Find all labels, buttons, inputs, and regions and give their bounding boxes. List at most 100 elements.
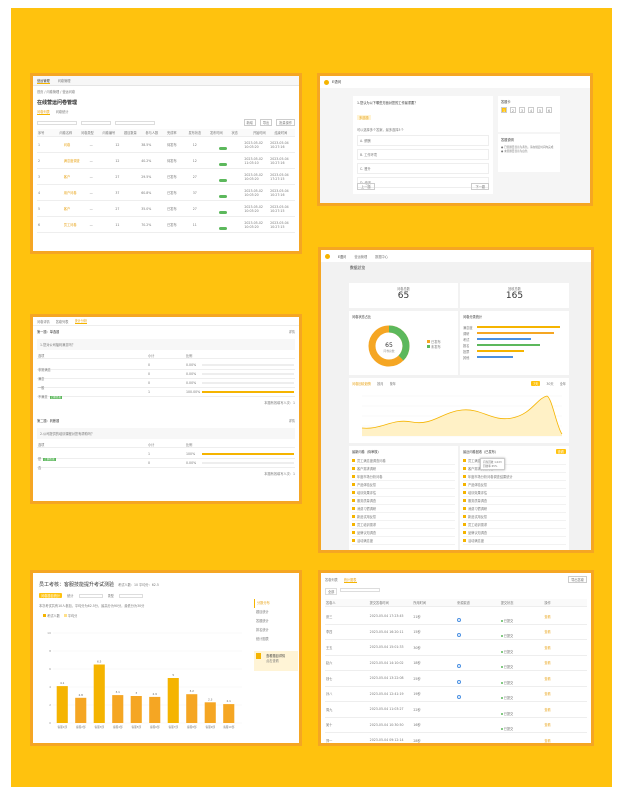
list-item-text[interactable]: 产品体验反馈 [468, 482, 566, 487]
table-row[interactable]: 1 问卷 — 12 38.5% 待发布 12 2023-05-02 10:03:20 2023-… [37, 137, 295, 153]
list-item[interactable]: 客户需求调研问卷 [463, 465, 566, 473]
tab-answer-list[interactable]: 答卷列表 [325, 577, 338, 582]
tab-analysis[interactable]: 统计分析 [74, 318, 88, 324]
add-button[interactable]: 新增 [243, 119, 256, 126]
table-row[interactable]: 3 客户 — 27 29.5% 已发布 27 2023-05-02 10:03:20 2023-… [37, 169, 295, 185]
answer-row[interactable]: 李四 2023-05-04 16:20:11 15秒 已提交 查看 [325, 625, 587, 640]
list-item-text[interactable]: 年度市场分析问卷 [357, 474, 455, 479]
filter-stats-button[interactable]: 问卷题目统计 [39, 593, 63, 598]
answer-row[interactable]: 周九 2023-05-04 11:03:27 22秒 已提交 查看 [325, 702, 587, 718]
row-name[interactable]: 客户 [63, 174, 89, 179]
row-name[interactable]: 用户问卷 [63, 190, 89, 195]
list-item-text[interactable]: 服务质量调查 [357, 498, 455, 503]
range-year[interactable]: 全年 [560, 381, 566, 386]
filter-input[interactable] [37, 120, 77, 125]
list-item-text[interactable]: 品牌认知调查 [468, 530, 566, 535]
list-item[interactable]: 品牌认知调查 [463, 529, 566, 537]
side-menu-item[interactable]: 题目统计 [254, 608, 298, 617]
list-item[interactable]: 培训效果评估 [352, 489, 455, 497]
filter-input-3[interactable] [115, 120, 155, 125]
view-link[interactable]: 查看 [543, 707, 587, 712]
toggle-switch[interactable] [218, 227, 227, 230]
list-item[interactable]: 产品体验反馈 [352, 481, 455, 489]
list-item[interactable]: 年度市场分析问卷调查结果统计 [463, 473, 566, 481]
filter-all[interactable]: 全部 [325, 588, 338, 595]
list-item[interactable]: 消费习惯调研 [463, 505, 566, 513]
row-name[interactable]: 满意度调查 [63, 158, 89, 163]
list-item-text[interactable]: 产品体验反馈 [357, 482, 455, 487]
subtab-stats[interactable]: 问卷统计 [56, 109, 69, 115]
option-item[interactable]: B. 工作环境 [357, 149, 489, 160]
question-number-button[interactable]: 6 [546, 107, 552, 113]
list-item-text[interactable]: 活动满意度 [468, 538, 566, 543]
row-name[interactable]: 问卷 [63, 142, 89, 147]
row-name[interactable]: 员工问卷 [63, 222, 89, 227]
list-item[interactable]: 新品试用反馈 [352, 513, 455, 521]
status-toggle[interactable] [218, 215, 244, 234]
list-item[interactable]: 员工培训需求 [463, 521, 566, 529]
toggle-switch[interactable] [218, 163, 227, 166]
list-item[interactable]: 新品试用反馈 [463, 513, 566, 521]
side-menu-item[interactable]: 分数分布 [254, 599, 298, 608]
prev-button[interactable]: 上一题 [357, 183, 375, 190]
side-card-sub[interactable]: 点击查看 [266, 658, 285, 663]
question-number-button[interactable]: 5 [537, 107, 543, 113]
view-link[interactable]: 查看 [543, 645, 587, 650]
list-item[interactable]: 服务质量调查 [463, 497, 566, 505]
nav-ops[interactable]: 营运管理 [354, 254, 367, 259]
export-button[interactable]: 导出 [259, 119, 273, 126]
view-link[interactable]: 查看 [543, 629, 587, 634]
list-item[interactable]: 活动满意度 [352, 537, 455, 545]
list-item-text[interactable]: 培训效果评估 [357, 490, 455, 495]
option-item[interactable]: A. 薪酬 [357, 135, 489, 146]
list-item-text[interactable]: 年度市场分析问卷调查结果统计 [468, 474, 566, 479]
tab-ops[interactable]: 营运管理 [37, 78, 50, 84]
answer-row[interactable]: 郑一 2023-05-04 09:12:14 28秒 已提交 查看 [325, 733, 587, 743]
list-item[interactable]: 品牌认知调查 [352, 529, 455, 537]
view-link[interactable]: 查看 [543, 738, 587, 743]
question-number-button[interactable]: 2 [510, 107, 516, 113]
toggle-switch[interactable] [218, 147, 227, 150]
view-link[interactable]: 查看 [543, 676, 587, 681]
range-30d[interactable]: 30天 [546, 381, 553, 386]
question-number-button[interactable]: 3 [519, 107, 525, 113]
list-item-text[interactable]: 员工培训需求 [357, 522, 455, 527]
side-menu-item[interactable]: 统计图表 [254, 635, 298, 644]
view-link[interactable]: 查看 [543, 614, 587, 619]
list-item-text[interactable]: 新品试用反馈 [357, 514, 455, 519]
view-link[interactable]: 查看 [543, 722, 587, 727]
q1-detail-link[interactable]: 详情 [289, 329, 295, 334]
nav-data[interactable]: 数据中心 [375, 254, 388, 259]
next-button[interactable]: 下一题 [471, 183, 489, 190]
list-item[interactable]: 客户需求调研 [352, 465, 455, 473]
list-item-text[interactable]: 培训效果评估 [468, 490, 566, 495]
list-item-text[interactable]: 消费习惯调研 [468, 506, 566, 511]
list-item[interactable]: 服务质量调查 [352, 497, 455, 505]
subtab-list[interactable]: 问卷列表 [37, 109, 50, 115]
side-menu-item[interactable]: 答题统计 [254, 617, 298, 626]
date-picker[interactable] [340, 588, 381, 592]
list-item-text[interactable]: 员工培训需求 [468, 522, 566, 527]
range-7d[interactable]: 7天 [531, 381, 541, 386]
view-link[interactable]: 查看 [543, 660, 587, 665]
table-row[interactable]: 6 员工问卷 — 11 70.2% 已发布 11 2023-05-02 10:03:20 202… [37, 217, 295, 233]
question-number-button[interactable]: 1 [501, 107, 507, 113]
list-item-text[interactable]: 员工满意度调查问卷 [357, 458, 455, 463]
list-item[interactable]: 年度市场分析问卷 [352, 473, 455, 481]
list-item[interactable]: 活动满意度 [463, 537, 566, 545]
row-name[interactable]: 客户 [63, 206, 89, 211]
filter-input-2[interactable] [81, 120, 111, 125]
question-number-button[interactable]: 4 [528, 107, 534, 113]
filter-select[interactable] [78, 593, 103, 598]
tab-chart[interactable]: 统计图表 [343, 577, 357, 583]
list-item[interactable]: 员工满意度调查问卷 [463, 457, 566, 465]
toggle-switch[interactable] [218, 195, 227, 198]
list-item-text[interactable]: 客户需求调研 [357, 466, 455, 471]
batch-button[interactable]: 批量操作 [276, 119, 295, 126]
list-item[interactable]: 员工满意度调查问卷 [352, 457, 455, 465]
toggle-switch[interactable] [218, 179, 227, 182]
line-tab-year[interactable]: 按年 [390, 381, 396, 386]
side-menu-item[interactable]: 排名统计 [254, 626, 298, 635]
table-row[interactable]: 4 用户问卷 — 37 60.8% 已发布 37 2023-05-02 10:03:20 202… [37, 185, 295, 201]
table-row[interactable]: 2 满意度调查 — 12 40.2% 待发布 12 2023-05-02 11:03:10 20… [37, 153, 295, 169]
